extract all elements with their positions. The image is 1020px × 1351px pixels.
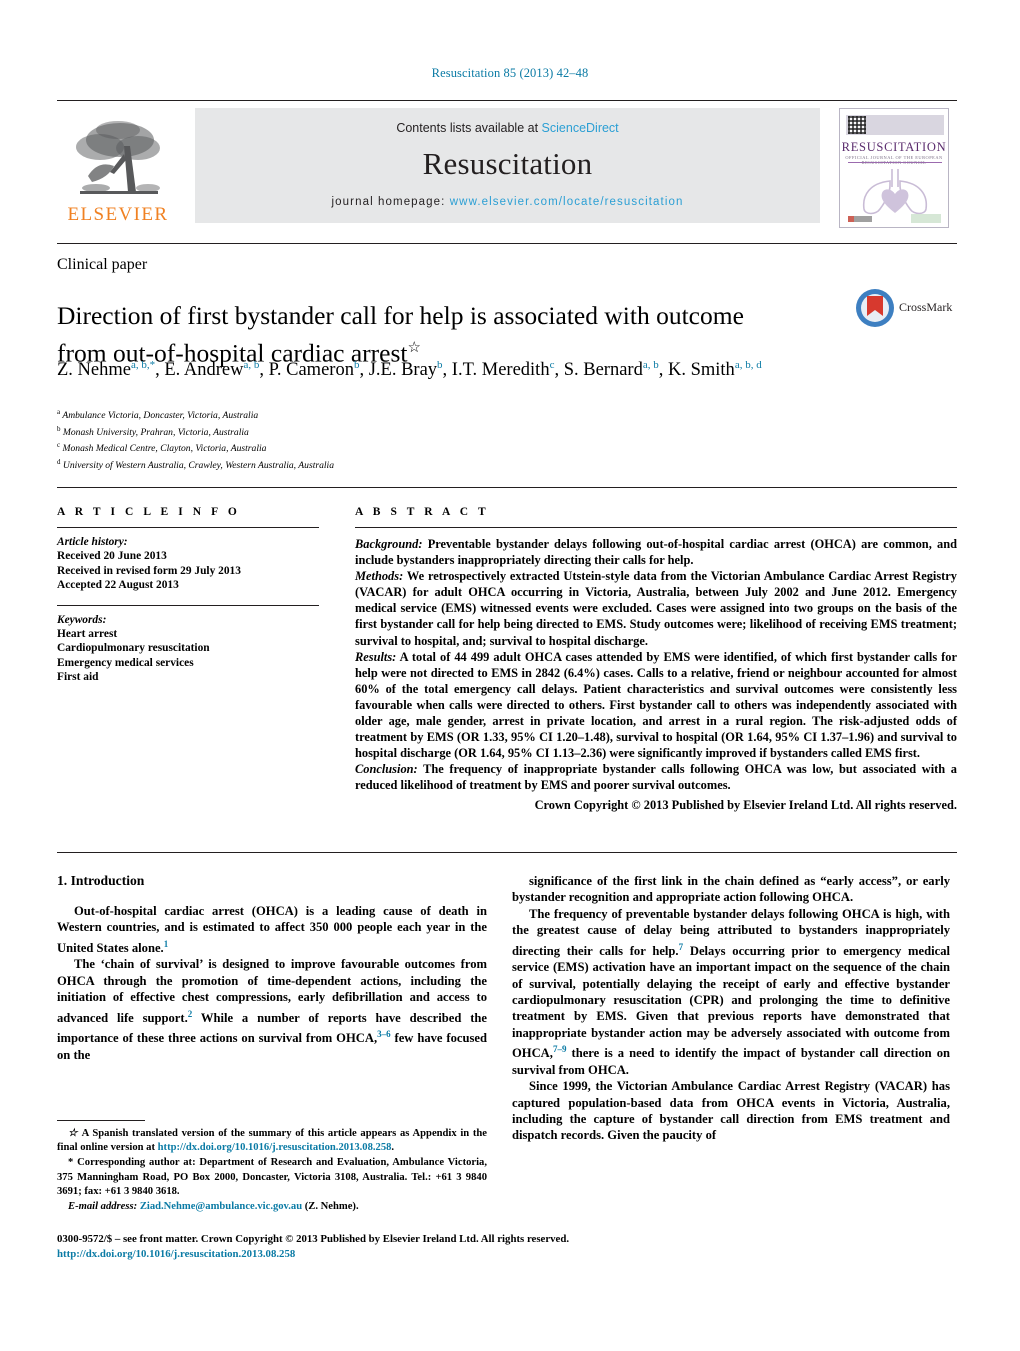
journal-homepage-link[interactable]: www.elsevier.com/locate/resuscitation — [450, 196, 684, 208]
journal-masthead: ELSEVIER Contents lists available at Sci… — [57, 100, 957, 228]
article-info-heading: A R T I C L E I N F O — [57, 506, 241, 518]
body-paragraph: The ‘chain of survival’ is designed to i… — [57, 957, 487, 1062]
keywords-label: Keywords: — [57, 613, 107, 626]
contents-available-line: Contents lists available at ScienceDirec… — [195, 121, 820, 135]
abstract-body: Background: Preventable bystander delays… — [355, 536, 957, 794]
elsevier-tree-icon — [76, 121, 160, 194]
history-item: Received in revised form 29 July 2013 — [57, 564, 241, 577]
contents-prefix: Contents lists available at — [396, 121, 539, 135]
crossmark-badge[interactable]: CrossMark — [855, 288, 955, 334]
running-head: Resuscitation 85 (2013) 42–48 — [431, 66, 589, 80]
journal-cover-thumbnail: RESUSCITATION OFFICIAL JOURNAL OF THE EU… — [839, 108, 949, 228]
abstract-heading: A B S T R A C T — [355, 506, 490, 518]
journal-homepage-line: journal homepage: www.elsevier.com/locat… — [195, 196, 820, 208]
cover-lungs-heart-icon — [862, 169, 928, 215]
body-left-paragraphs: Out-of-hospital cardiac arrest (OHCA) is… — [57, 903, 487, 1063]
abstract-copyright: Crown Copyright © 2013 Published by Else… — [534, 797, 957, 812]
journal-article-page: Resuscitation 85 (2013) 42–48 ELSEVIER C… — [0, 0, 1020, 1351]
homepage-prefix: journal homepage: — [331, 196, 446, 208]
cover-journal-subtitle: OFFICIAL JOURNAL OF THE EUROPEAN RESUSCI… — [845, 155, 943, 165]
footnote-spanish-appendix: ☆ A Spanish translated version of the su… — [57, 1128, 488, 1154]
abstract-column: A B S T R A C T Background: Preventable … — [355, 506, 957, 813]
abstract-section: Results: A total of 44 499 adult OHCA ca… — [355, 649, 957, 761]
abstract-section: Methods: We retrospectively extracted Ut… — [355, 569, 957, 648]
journal-band: Contents lists available at ScienceDirec… — [195, 108, 820, 223]
abstract-section-label: Background: — [355, 537, 423, 551]
body-paragraph: The frequency of preventable bystander d… — [512, 906, 950, 1077]
body-right-column: significance of the first link in the ch… — [512, 873, 950, 1144]
abstract-section: Conclusion: The frequency of inappropria… — [355, 762, 957, 793]
crossmark-label: CrossMark — [899, 300, 953, 314]
author-list: Z. Nehmea, b,*, E. Andrewa, b, P. Camero… — [57, 359, 762, 381]
abstract-rule — [355, 527, 957, 528]
abstract-section-label: Results: — [355, 649, 397, 664]
history-item: Received 20 June 2013 — [57, 550, 167, 563]
elsevier-logo: ELSEVIER — [57, 106, 179, 224]
affiliation-item: c Monash Medical Centre, Clayton, Victor… — [57, 441, 267, 455]
article-info-column: A R T I C L E I N F O Article history: R… — [57, 506, 319, 685]
article-head-rule — [57, 243, 957, 244]
keyword-item: Cardiopulmonary resuscitation — [57, 642, 210, 655]
body-top-rule — [57, 852, 957, 853]
sciencedirect-link[interactable]: ScienceDirect — [542, 121, 619, 135]
colophon-doi-link[interactable]: http://dx.doi.org/10.1016/j.resuscitatio… — [57, 1247, 617, 1262]
cover-badge-left — [848, 216, 872, 222]
journal-title: Resuscitation — [422, 146, 593, 181]
cover-badge-right — [911, 214, 941, 223]
abstract-section-label: Conclusion: — [355, 762, 418, 777]
footnote-rule — [57, 1120, 145, 1121]
keyword-item: Emergency medical services — [57, 656, 194, 669]
affiliation-list: a Ambulance Victoria, Doncaster, Victori… — [57, 406, 757, 472]
colophon-block: 0300-9572/$ – see front matter. Crown Co… — [57, 1232, 617, 1262]
cover-divider — [848, 162, 942, 163]
affiliation-item: a Ambulance Victoria, Doncaster, Victori… — [57, 408, 259, 422]
history-item: Accepted 22 August 2013 — [57, 579, 179, 592]
body-paragraph: Out-of-hospital cardiac arrest (OHCA) is… — [57, 904, 487, 955]
article-type-kicker: Clinical paper — [57, 256, 148, 273]
abstract-section-label: Methods: — [355, 569, 404, 584]
footnotes-block: ☆ A Spanish translated version of the su… — [57, 1127, 487, 1215]
keywords-block: Keywords: Heart arrest Cardiopulmonary r… — [57, 613, 319, 685]
abstract-section: Background: Preventable bystander delays… — [355, 537, 957, 568]
colophon-front-matter: 0300-9572/$ – see front matter. Crown Co… — [57, 1233, 570, 1245]
crossmark-icon — [856, 289, 894, 327]
keyword-item: First aid — [57, 671, 99, 684]
article-info-separator — [57, 604, 319, 606]
cover-journal-title: RESUSCITATION — [841, 140, 947, 154]
affiliation-item: d University of Western Australia, Crawl… — [57, 457, 335, 471]
cover-qr-icon — [848, 116, 866, 134]
body-left-column: 1. Introduction Out-of-hospital cardiac … — [57, 873, 487, 1063]
section-heading-introduction: 1. Introduction — [57, 873, 145, 888]
body-right-paragraphs: significance of the first link in the ch… — [512, 873, 950, 1144]
footnote-email-address: E-mail address: Ziad.Nehme@ambulance.vic… — [68, 1201, 359, 1213]
footnote-corresponding-author: * Corresponding author at: Department of… — [57, 1157, 487, 1197]
article-history-label: Article history: — [57, 536, 128, 548]
abstract-top-rule — [57, 487, 957, 488]
article-info-rule — [57, 527, 319, 528]
body-paragraph: Since 1999, the Victorian Ambulance Card… — [512, 1079, 950, 1143]
keyword-item: Heart arrest — [57, 628, 118, 641]
article-history-block: Article history: Received 20 June 2013 R… — [57, 535, 319, 593]
masthead-top-rule — [57, 100, 957, 101]
body-paragraph: significance of the first link in the ch… — [512, 874, 950, 905]
elsevier-wordmark: ELSEVIER — [67, 204, 169, 225]
affiliation-item: b Monash University, Prahran, Victoria, … — [57, 424, 249, 438]
